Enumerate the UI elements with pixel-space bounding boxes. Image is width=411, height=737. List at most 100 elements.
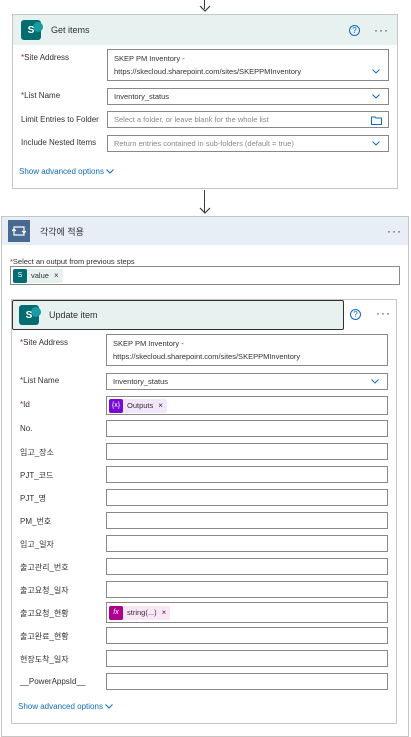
list-name-label: *List Name — [21, 91, 61, 100]
field-label: PJT_코드 — [20, 471, 54, 480]
list-name-label: *List Name — [20, 376, 60, 385]
remove-token-icon[interactable]: × — [162, 608, 167, 617]
folder-icon — [371, 116, 382, 125]
get-items-header[interactable]: S Get items ? ··· — [13, 15, 397, 45]
id-field[interactable]: {x} Outputs × — [106, 396, 388, 415]
help-icon[interactable]: ? — [349, 24, 360, 36]
arrow-down-icon — [199, 207, 211, 214]
field-row: PJT_명 — [12, 489, 398, 506]
update-item-header[interactable]: S Update item — [12, 300, 344, 330]
field-row: No. — [12, 420, 398, 437]
sharepoint-icon: S — [21, 20, 43, 40]
field-input[interactable] — [106, 512, 388, 529]
field-input[interactable] — [106, 581, 388, 598]
site-address-field[interactable]: SKEP PM Inventory - https://skecloud.sha… — [106, 334, 388, 366]
limit-entries-placeholder: Select a folder, or leave blank for the … — [114, 115, 269, 124]
field-label: __PowerAppsId__ — [20, 677, 86, 686]
field-row: 현장도착_일자 — [12, 650, 398, 667]
site-address-label: *Site Address — [21, 53, 70, 62]
field-row: 입고_일자 — [12, 535, 398, 552]
update-item-title: Update item — [49, 310, 98, 320]
field-input[interactable] — [106, 489, 388, 506]
site-address-label: *Site Address — [20, 338, 69, 347]
outputs-token[interactable]: {x} Outputs × — [109, 398, 167, 413]
more-options-icon[interactable]: ··· — [387, 224, 402, 238]
apply-to-each-header[interactable]: 각각에 적용 ··· — [2, 217, 408, 245]
limit-entries-field[interactable]: Select a folder, or leave blank for the … — [107, 111, 389, 128]
expression-token-label: string(...) — [127, 608, 157, 617]
connector-arrow-top — [198, 0, 212, 14]
field-label: No. — [20, 424, 33, 433]
field-input[interactable] — [106, 466, 388, 483]
field-label: 입고_장소 — [20, 448, 54, 457]
more-options-icon[interactable]: ··· — [374, 23, 389, 37]
sharepoint-icon: S — [13, 268, 27, 283]
help-icon[interactable]: ? — [350, 309, 361, 320]
remove-token-icon[interactable]: × — [54, 271, 59, 280]
sharepoint-icon: S — [19, 305, 41, 325]
value-token-label: value — [31, 271, 49, 280]
apply-to-each-title: 각각에 적용 — [40, 226, 84, 237]
value-token[interactable]: S value × — [13, 268, 63, 283]
outputs-token-label: Outputs — [127, 401, 154, 410]
field-label: 출고완료_현황 — [20, 632, 69, 641]
include-nested-placeholder: Return entries contained in sub-folders … — [114, 139, 294, 148]
include-nested-label: Include Nested Items — [21, 138, 97, 147]
update-item-card: S Update item ? ··· *Site Address SKEP P… — [11, 299, 397, 724]
field-row: PM_번호 — [12, 512, 398, 529]
site-address-line2: https://skecloud.sharepoint.com/sites/SK… — [114, 67, 302, 76]
field-input[interactable] — [106, 420, 388, 437]
field-row: PJT_코드 — [12, 466, 398, 483]
field-row: 출고완료_현황 — [12, 627, 398, 644]
field-row: 출고관리_번호 — [12, 558, 398, 575]
limit-entries-label: Limit Entries to Folder — [21, 115, 99, 124]
list-name-value: Inventory_status — [114, 92, 170, 101]
field-row: 출고요청_일자 — [12, 581, 398, 598]
chevron-down-icon — [371, 378, 379, 384]
chevron-down-icon — [372, 93, 380, 99]
field-row: 출고요청_현황 fx string(...) × — [12, 602, 398, 623]
field-input[interactable] — [106, 535, 388, 552]
get-items-title: Get items — [51, 25, 90, 35]
chevron-down-icon — [106, 169, 115, 174]
loop-icon — [8, 220, 30, 242]
list-name-field[interactable]: Inventory_status — [106, 373, 388, 390]
expression-token[interactable]: fx string(...) × — [109, 605, 171, 620]
show-advanced-options-link[interactable]: Show advanced options — [18, 702, 114, 711]
field-row: __PowerAppsId__ — [12, 673, 398, 690]
field-label: 출고요청_현황 — [20, 609, 69, 618]
select-output-label: *Select an output from previous steps — [10, 257, 135, 266]
chevron-down-icon — [372, 140, 380, 146]
remove-token-icon[interactable]: × — [158, 401, 163, 410]
field-input[interactable] — [106, 627, 388, 644]
field-row: 입고_장소 — [12, 443, 398, 460]
chevron-down-icon — [372, 69, 380, 74]
include-nested-field[interactable]: Return entries contained in sub-folders … — [107, 135, 389, 152]
site-address-field[interactable]: SKEP PM Inventory - https://skecloud.sha… — [107, 49, 389, 81]
list-name-field[interactable]: Inventory_status — [107, 88, 389, 105]
more-options-icon[interactable]: ··· — [376, 306, 391, 320]
site-address-line1: SKEP PM Inventory - — [113, 339, 184, 348]
function-icon: fx — [109, 605, 123, 620]
field-label: PJT_명 — [20, 494, 47, 503]
list-name-value: Inventory_status — [113, 377, 169, 386]
field-input[interactable] — [106, 558, 388, 575]
get-items-card: S Get items ? ··· *Site Address SKEP PM … — [12, 14, 398, 189]
field-label: 출고관리_번호 — [20, 563, 69, 572]
id-label: *Id — [20, 400, 30, 409]
arrow-down-icon — [199, 5, 211, 12]
field-input[interactable]: fx string(...) × — [106, 602, 388, 623]
field-input[interactable] — [106, 673, 388, 690]
field-input[interactable] — [106, 443, 388, 460]
connector-arrow-middle — [198, 190, 212, 216]
site-address-line2: https://skecloud.sharepoint.com/sites/SK… — [113, 352, 301, 361]
field-label: PM_번호 — [20, 517, 52, 526]
field-input[interactable] — [106, 650, 388, 667]
select-output-field[interactable]: S value × — [10, 266, 400, 285]
field-label: 현장도착_일자 — [20, 655, 69, 664]
variable-icon: {x} — [109, 398, 123, 413]
show-advanced-options-link[interactable]: Show advanced options — [19, 167, 115, 176]
chevron-down-icon — [105, 704, 114, 709]
field-label: 입고_일자 — [20, 540, 54, 549]
field-label: 출고요청_일자 — [20, 586, 69, 595]
